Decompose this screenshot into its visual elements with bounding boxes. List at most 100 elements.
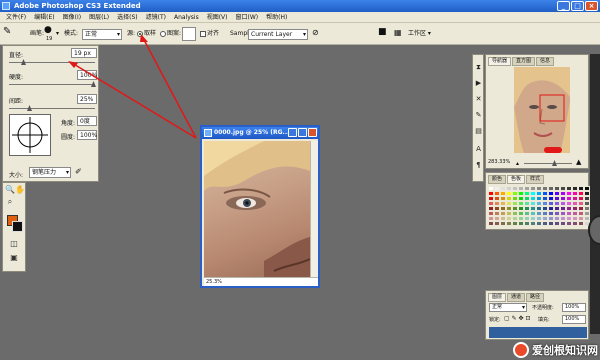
roundness-field[interactable]: 100%: [77, 130, 97, 140]
pattern-radio[interactable]: 图案:: [160, 29, 181, 39]
tab-channels[interactable]: 通道: [507, 293, 526, 302]
size-control-select[interactable]: 钢笔压力: [29, 167, 71, 178]
tab-swatches[interactable]: 色板: [507, 175, 526, 184]
sampled-radio[interactable]: 取样: [137, 29, 156, 39]
diameter-slider-knob[interactable]: [21, 59, 26, 65]
swatch-grid[interactable]: [488, 186, 590, 226]
tab-layers[interactable]: 图层: [488, 293, 507, 302]
clone-stamp-icon[interactable]: ✎: [3, 27, 11, 37]
menu-window[interactable]: 窗口(W): [232, 12, 263, 23]
zoom-tool-alt-icon[interactable]: ⌕: [5, 197, 15, 207]
navigator-zoom-out-icon[interactable]: ▴: [516, 161, 519, 167]
menu-file[interactable]: 文件(F): [2, 12, 30, 23]
paragraph-panel-icon[interactable]: ¶: [474, 161, 483, 170]
menu-view[interactable]: 视图(V): [203, 12, 232, 23]
opacity-field[interactable]: 100%: [562, 303, 586, 312]
layer-row[interactable]: [489, 327, 587, 338]
navigator-zoom-in-icon[interactable]: ▲: [576, 159, 581, 166]
app-titlebar: Adobe Photoshop CS3 Extended _ □ ×: [0, 0, 600, 12]
sample-select[interactable]: Current Layer: [248, 29, 308, 40]
workspace-label: 工作区: [408, 30, 427, 37]
spacing-slider-knob[interactable]: [27, 105, 32, 111]
pattern-label: 图案:: [167, 30, 182, 37]
lock-icons[interactable]: ▢ ✎ ✥ ⊡: [504, 315, 530, 322]
menu-help[interactable]: 帮助(H): [262, 12, 291, 23]
maximize-button[interactable]: □: [571, 1, 584, 11]
brushes-panel-icon[interactable]: ✎: [474, 111, 483, 120]
document-canvas-photo[interactable]: [204, 141, 310, 277]
close-button[interactable]: ×: [585, 1, 598, 11]
navigator-zoom-slider[interactable]: [524, 160, 572, 166]
minimize-button[interactable]: _: [557, 1, 570, 11]
diameter-slider[interactable]: [9, 59, 95, 65]
hardness-field[interactable]: 100%: [77, 70, 97, 80]
history-panel-icon[interactable]: ⧗: [474, 63, 483, 72]
brush-angle-preview[interactable]: [9, 114, 51, 156]
tab-styles[interactable]: 样式: [526, 175, 545, 184]
character-panel-icon[interactable]: A: [474, 145, 483, 154]
menu-select[interactable]: 选择(S): [113, 12, 142, 23]
clone-source-panel-icon[interactable]: ▤: [474, 127, 483, 136]
diameter-field[interactable]: 19 px: [71, 48, 97, 58]
bridge-icon[interactable]: ■: [378, 27, 387, 37]
actions-panel-icon[interactable]: ▶: [474, 79, 483, 88]
pattern-radio-dot[interactable]: [160, 30, 166, 37]
annotation-arrow-to-source: [142, 37, 197, 139]
options-bar: ✎ 画笔: ● 19 ▾ 模式: 正常 源: 取样 图案: 对齐 Sample:…: [0, 23, 600, 45]
spacing-field[interactable]: 25%: [77, 94, 97, 104]
hardness-label: 硬度:: [9, 74, 24, 81]
source-label: 源:: [127, 30, 136, 37]
tab-color[interactable]: 颜色: [488, 175, 507, 184]
blend-mode-select[interactable]: 正常: [489, 303, 527, 312]
document-icon: [204, 129, 212, 137]
tab-histogram[interactable]: 直方图: [512, 57, 536, 66]
swatches-panel: 颜色 色板 样式: [485, 172, 590, 230]
document-zoom-readout: 25.3%: [206, 279, 222, 285]
document-title: 0000.jpg @ 25% (RG...: [214, 129, 290, 136]
aligned-checkbox[interactable]: 对齐: [200, 29, 219, 39]
tab-info[interactable]: 信息: [536, 57, 555, 66]
spacing-slider[interactable]: [9, 105, 95, 111]
navigator-zoom-readout: 283.33%: [488, 159, 511, 165]
screen-mode-icon[interactable]: ▣: [9, 253, 19, 263]
workspace-menu[interactable]: 工作区 ▾: [408, 29, 431, 39]
pen-pressure-icon[interactable]: ✐: [75, 167, 82, 177]
quick-mask-icon[interactable]: ◫: [9, 239, 19, 249]
fill-field[interactable]: 100%: [562, 315, 586, 324]
dock-collapse-strip[interactable]: [590, 54, 600, 334]
background-color-swatch[interactable]: [12, 221, 23, 232]
app-title: Adobe Photoshop CS3 Extended: [14, 2, 141, 10]
tab-navigator[interactable]: 导航器: [488, 57, 512, 66]
tool-presets-panel-icon[interactable]: ✕: [474, 95, 483, 104]
ignore-adjustment-layers-icon[interactable]: ⊘: [312, 28, 319, 38]
menu-image[interactable]: 图像(I): [59, 12, 85, 23]
document-close-button[interactable]: [308, 128, 317, 137]
tab-paths[interactable]: 路径: [526, 293, 545, 302]
workspace-icon[interactable]: ▦: [394, 28, 402, 38]
zoom-tool-icon[interactable]: 🔍: [5, 185, 15, 195]
hand-tool-icon[interactable]: ✋: [15, 185, 25, 195]
brush-label: 画笔:: [30, 30, 45, 37]
tools-panel: 🔍 ✋ ⌕ ◫ ▣: [2, 182, 26, 272]
sampled-radio-dot[interactable]: [137, 30, 143, 37]
menu-layer[interactable]: 图层(L): [85, 12, 113, 23]
navigator-zoom-knob[interactable]: [552, 160, 557, 166]
hardness-slider-knob[interactable]: [91, 81, 96, 87]
brush-picker-arrow-icon[interactable]: ▾: [56, 29, 59, 39]
brush-preset-picker: 直径: 19 px 硬度: 100% 间距: 25% 角度: 0度 圆度: 10…: [2, 45, 99, 182]
navigator-thumbnail[interactable]: [514, 67, 570, 153]
menu-filter[interactable]: 滤镜(T): [142, 12, 170, 23]
photoshop-app-icon: [2, 2, 10, 10]
menu-edit[interactable]: 编辑(E): [30, 12, 58, 23]
hardness-slider[interactable]: [9, 81, 96, 87]
mode-select[interactable]: 正常: [82, 29, 122, 40]
pattern-swatch[interactable]: [182, 27, 196, 41]
angle-field[interactable]: 0度: [77, 116, 97, 126]
aligned-check[interactable]: [200, 30, 206, 37]
document-maximize-button[interactable]: [298, 128, 307, 137]
document-vertical-scrollbar[interactable]: [310, 141, 318, 277]
document-window[interactable]: 0000.jpg @ 25% (RG... 25.3%: [200, 125, 320, 288]
document-minimize-button[interactable]: [288, 128, 297, 137]
size-label: 大小:: [9, 172, 24, 179]
menu-analysis[interactable]: Analysis: [170, 12, 203, 23]
